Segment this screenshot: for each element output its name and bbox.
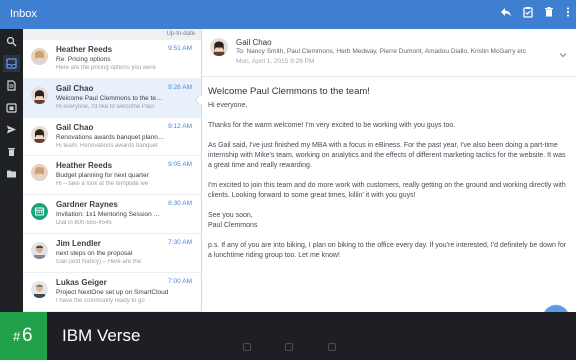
page-title: Inbox	[10, 8, 37, 20]
top-app-bar: Inbox	[0, 0, 576, 29]
sync-status: Up-to-date	[23, 29, 201, 40]
list-item[interactable]: Heather Reeds 9:05 AM Budget planning fo…	[23, 156, 201, 196]
mail-preview: Dial in 800-555-4545	[56, 220, 112, 227]
mail-subject: Invitation: 1x1 Mentoring Session …	[56, 211, 161, 219]
rank-number: 6	[22, 325, 33, 346]
trash-icon[interactable]	[541, 6, 557, 22]
mail-time: 7:30 AM	[168, 238, 192, 246]
avatar	[31, 125, 48, 143]
recent-apps-icon	[328, 343, 336, 351]
mail-sender: Heather Reeds	[56, 45, 113, 54]
mail-time: 9:26 AM	[168, 83, 192, 91]
list-item[interactable]: Heather Reeds 9:51 AM Re: Pricing option…	[23, 40, 201, 79]
chevron-down-icon[interactable]	[558, 47, 568, 65]
mail-sender: Lukas Geiger	[56, 277, 107, 287]
list-item[interactable]: Gardner Raynes 8:30 AM Invitation: 1x1 M…	[23, 195, 201, 234]
more-icon[interactable]	[560, 6, 576, 22]
rank-hash: #	[13, 329, 21, 344]
body-paragraph: See you soon, Paul Clemmons	[208, 212, 258, 229]
mail-preview: Hi everyone, I'd like to welcome Paul	[56, 103, 154, 110]
reply-icon[interactable]	[498, 6, 514, 22]
trash-icon[interactable]	[3, 143, 20, 160]
home-icon	[285, 343, 293, 351]
body-paragraph: I'm excited to join this team and do mor…	[208, 182, 566, 199]
mail-sender: Heather Reeds	[56, 161, 113, 171]
mail-subject: Renovations awards banquet plann…	[56, 133, 165, 141]
list-item[interactable]: Gail Chao 9:12 AM Renovations awards ban…	[23, 118, 201, 157]
calendar-icon[interactable]	[3, 99, 20, 116]
avatar	[210, 38, 228, 56]
mail-preview: I have the community ready to go	[56, 297, 145, 304]
mail-sender: Jim Lendler	[56, 238, 101, 248]
search-icon[interactable]	[3, 33, 20, 50]
mail-time: 8:30 AM	[168, 200, 192, 208]
mail-preview: Hi – take a look at the template we	[56, 181, 149, 188]
body-paragraph: Hi everyone,	[208, 102, 248, 109]
list-item[interactable]: Lukas Geiger 7:00 AM Project NextOne set…	[23, 273, 201, 312]
list-item[interactable]: Jim Lendler 7:30 AM next steps on the pr…	[23, 234, 201, 273]
mail-sender: Gail Chao	[56, 83, 94, 93]
mail-sender: Gail Chao	[56, 122, 94, 132]
body-paragraph: Thanks for the warm welcome! I'm very ex…	[208, 122, 456, 129]
message-date: Mon, April 1, 2015 9:26 PM	[236, 58, 315, 65]
mail-time: 9:12 AM	[168, 122, 192, 130]
message-header: Gail Chao To: Nancy Smith, Paul Clemmons…	[202, 29, 576, 77]
mail-sender: Gardner Raynes	[56, 200, 118, 210]
avatar	[31, 241, 48, 259]
mail-preview: Hi team, Renovations awards banquet	[56, 142, 158, 149]
inbox-icon[interactable]	[3, 55, 20, 72]
rank-badge: # 6	[0, 312, 47, 360]
calendar-invite-icon	[31, 203, 48, 221]
mail-subject: Project NextOne set up on SmartCloud	[56, 288, 169, 296]
list-item[interactable]: Gail Chao 9:26 AM Welcome Paul Clemmons …	[23, 78, 201, 118]
body-paragraph: As Gail said, I've just finished my MBA …	[208, 142, 566, 169]
message-subject: Welcome Paul Clemmons to the team!	[208, 86, 370, 97]
back-icon	[243, 343, 251, 351]
body-paragraph: p.s. If any of you are into biking, I pl…	[208, 242, 567, 259]
send-icon[interactable]	[3, 121, 20, 138]
reading-pane: Gail Chao To: Nancy Smith, Paul Clemmons…	[202, 29, 576, 312]
message-body: Hi everyone, Thanks for the warm welcome…	[208, 101, 568, 271]
mail-preview: Here are the pricing options you were	[56, 65, 156, 71]
navigation-rail	[0, 29, 23, 312]
mail-time: 9:51 AM	[168, 45, 192, 52]
avatar	[31, 164, 48, 182]
mail-subject: next steps on the proposal	[56, 249, 133, 257]
avatar	[31, 86, 48, 104]
mail-time: 7:00 AM	[168, 277, 192, 285]
mark-done-icon[interactable]	[520, 6, 536, 22]
mail-subject: Budget planning for next quarter	[56, 172, 149, 180]
mail-subject: Welcome Paul Clemmons to the te…	[56, 94, 163, 102]
mail-preview: Gail (and Nancy) – Here are the	[56, 258, 142, 265]
message-sender: Gail Chao	[236, 38, 272, 47]
ibm-verse-app: Inbox Up-to-date Heather Reeds 9:51 AM R…	[0, 0, 576, 312]
mail-subject: Re: Pricing options	[56, 56, 111, 63]
mail-list: Up-to-date Heather Reeds 9:51 AM Re: Pri…	[23, 29, 202, 312]
message-recipients: To: Nancy Smith, Paul Clemmons, Herb Med…	[236, 48, 526, 55]
app-name: IBM Verse	[62, 326, 141, 345]
mail-time: 9:05 AM	[168, 161, 192, 169]
document-icon[interactable]	[3, 77, 20, 94]
avatar	[31, 48, 48, 65]
avatar	[31, 280, 48, 298]
folder-icon[interactable]	[3, 165, 20, 182]
